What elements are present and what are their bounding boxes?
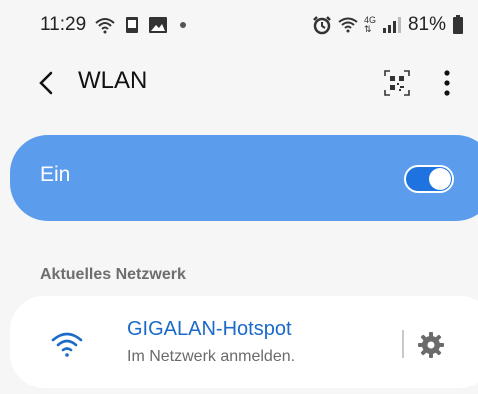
image-icon [149,17,168,33]
signal-icon [382,17,401,33]
battery-percent: 81% [407,14,446,35]
qr-code-button[interactable] [380,66,414,100]
status-right: 4G ⇅ 81% [312,14,464,36]
status-time: 11:29 [40,14,87,35]
network-name: GIGALAN-Hotspot [127,318,292,340]
wifi-signal-icon [51,332,83,357]
divider [402,330,404,358]
battery-icon [453,15,463,34]
more-icon [444,70,450,96]
back-icon [39,71,53,95]
wifi-status-icon [338,17,358,33]
more-notifications-dot [180,22,187,28]
wifi-icon [95,18,115,34]
wlan-toggle-label: Ein [40,163,71,186]
settings-gear-icon[interactable] [417,331,445,359]
app-bar: WLAN [0,55,478,111]
notification-icon [126,17,139,33]
page-title: WLAN [78,67,148,94]
back-button[interactable] [28,65,64,101]
status-left: 11:29 [40,14,187,36]
alarm-icon [313,16,331,35]
more-options-button[interactable] [432,64,462,102]
wlan-switch[interactable] [404,165,454,193]
status-bar: 11:29 4G ⇅ 81% [0,0,478,50]
data-arrows: ⇅ [363,24,372,34]
qr-icon [384,70,410,96]
network-status: Im Netzwerk anmelden. [127,348,296,365]
switch-knob [429,168,451,190]
current-network-section-label: Aktuelles Netzwerk [40,266,186,283]
